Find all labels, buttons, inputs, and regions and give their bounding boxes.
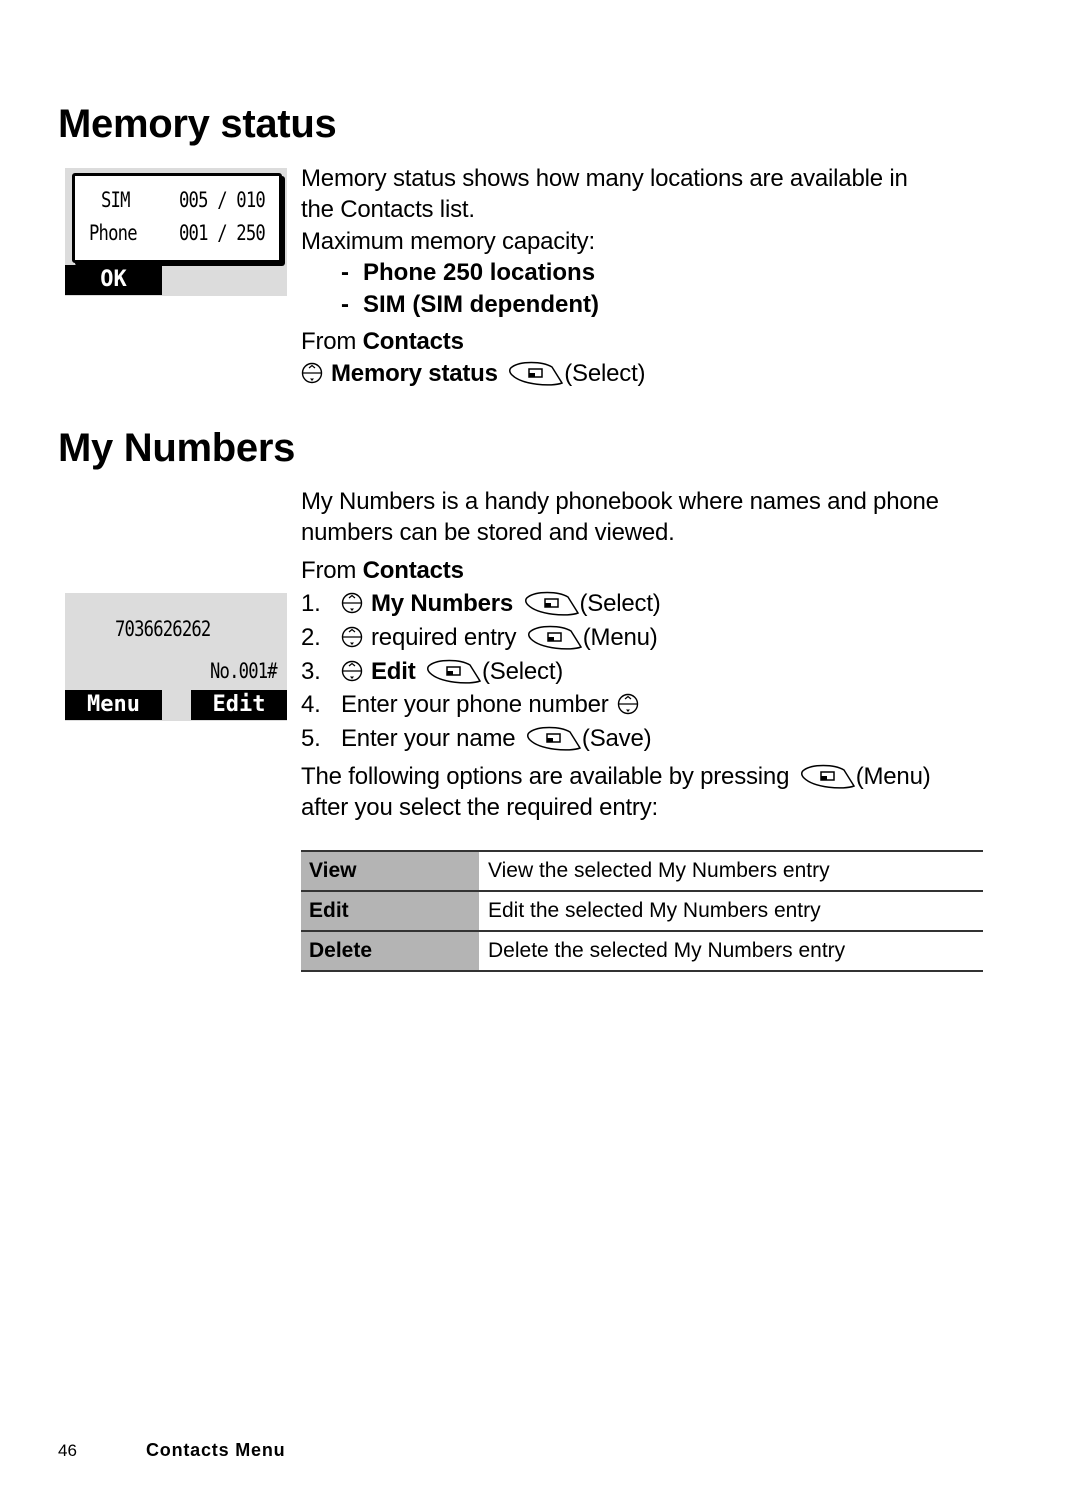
my-numbers-from-line: From Contacts — [301, 557, 464, 584]
step-2: 2. required entry (Menu) — [301, 624, 658, 651]
options-intro-line1: The following options are available by p… — [301, 763, 931, 790]
softkey-icon — [526, 726, 582, 751]
step-1: 1. My Numbers (Select) — [301, 590, 661, 617]
capacity-label: Maximum memory capacity: — [301, 228, 595, 255]
table-row: View View the selected My Numbers entry — [301, 850, 983, 892]
option-name: Edit — [301, 890, 479, 932]
memory-status-description-line2: the Contacts list. — [301, 196, 475, 223]
stored-number: 7036626262 — [115, 617, 211, 641]
table-row: Edit Edit the selected My Numbers entry — [301, 890, 983, 932]
phone-label: Phone — [89, 221, 138, 245]
ok-softkey: OK — [65, 265, 162, 295]
softkey-icon — [524, 591, 579, 616]
my-numbers-phone-screen: 7036626262 No.001# Menu Edit — [65, 593, 287, 721]
option-description: View the selected My Numbers entry — [479, 850, 983, 892]
phone-value: 001 / 250 — [179, 221, 266, 245]
page-number: 46 — [58, 1441, 77, 1460]
memory-status-from-line: From Contacts — [301, 328, 464, 355]
navigation-key-icon — [341, 592, 363, 613]
softkey-icon — [527, 625, 582, 650]
navigation-key-icon — [617, 693, 639, 714]
softkey-icon — [509, 361, 564, 386]
memory-status-heading: Memory status — [58, 102, 337, 146]
memory-status-description-line1: Memory status shows how many locations a… — [301, 165, 908, 192]
navigation-key-icon — [341, 626, 363, 647]
softkey-icon — [800, 764, 855, 789]
memory-status-phone-screen: SIM 005 / 010 Phone 001 / 250 OK — [65, 168, 287, 296]
capacity-bullet-sim: - SIM (SIM dependent) — [341, 291, 599, 318]
step-4: 4. Enter your phone number — [301, 689, 647, 720]
sim-label: SIM — [101, 188, 130, 212]
menu-softkey: Menu — [65, 690, 162, 720]
step-3: 3. Edit (Select) — [301, 658, 564, 685]
my-numbers-description-line1: My Numbers is a handy phonebook where na… — [301, 488, 939, 515]
entry-index: No.001# — [210, 659, 278, 683]
options-table: View View the selected My Numbers entry … — [301, 850, 983, 972]
table-row: Delete Delete the selected My Numbers en… — [301, 930, 983, 972]
options-intro-line2: after you select the required entry: — [301, 794, 658, 821]
sim-value: 005 / 010 — [179, 188, 266, 212]
my-numbers-heading: My Numbers — [58, 426, 296, 470]
option-description: Delete the selected My Numbers entry — [479, 930, 983, 972]
option-name: Delete — [301, 930, 479, 972]
memory-status-nav-item: Memory status — [331, 360, 498, 387]
contacts-menu-ref: Contacts — [362, 328, 464, 355]
chapter-title: Contacts Menu — [146, 1440, 286, 1460]
softkey-icon — [427, 659, 482, 684]
memory-status-dialog: SIM 005 / 010 Phone 001 / 250 — [72, 173, 282, 263]
edit-softkey: Edit — [191, 690, 287, 720]
capacity-bullet-phone: - Phone 250 locations — [341, 259, 596, 286]
option-description: Edit the selected My Numbers entry — [479, 890, 983, 932]
memory-status-nav-line: Memory status (Select) — [301, 358, 646, 389]
contacts-menu-ref: Contacts — [362, 557, 464, 584]
select-action: (Select) — [564, 360, 646, 387]
navigation-key-icon — [341, 660, 363, 681]
step-5: 5. Enter your name (Save) — [301, 725, 652, 752]
my-numbers-description-line2: numbers can be stored and viewed. — [301, 519, 675, 546]
navigation-key-icon — [301, 362, 323, 383]
option-name: View — [301, 850, 479, 892]
